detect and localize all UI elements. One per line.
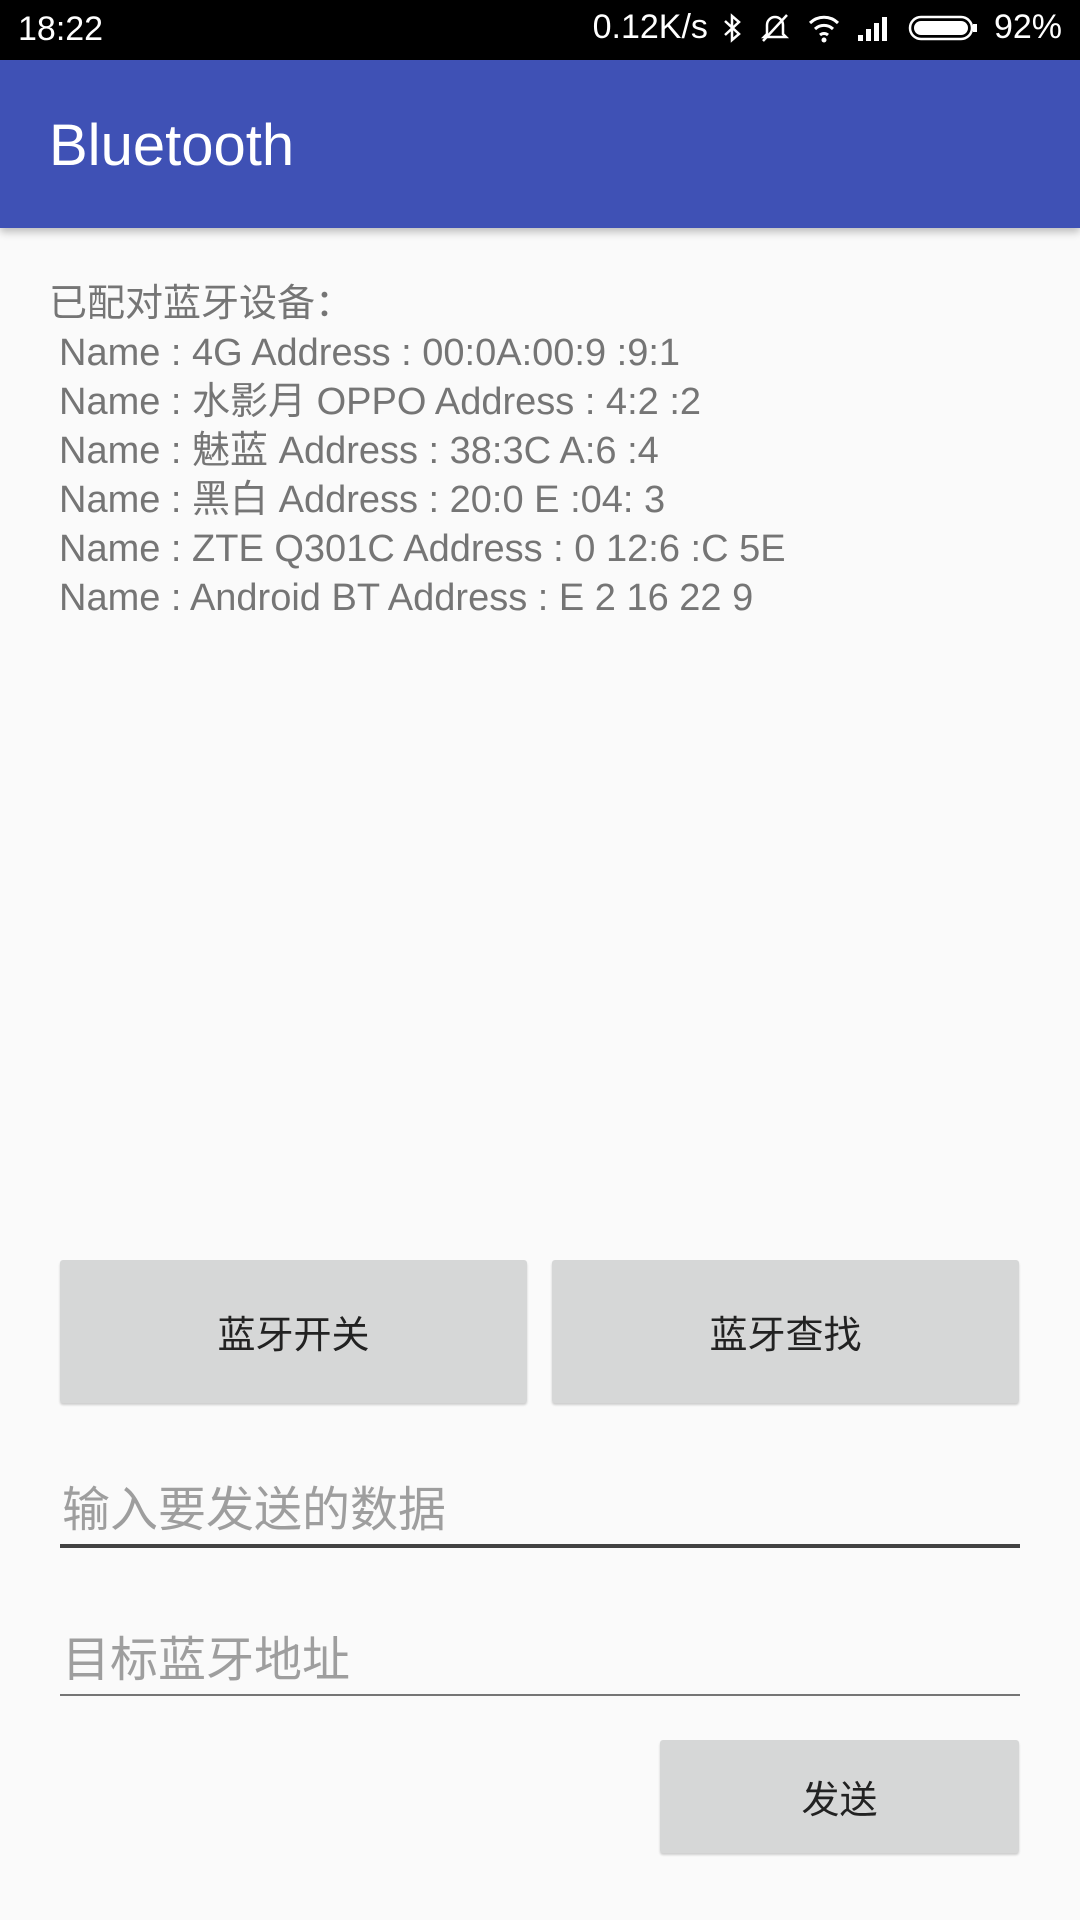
bluetooth-toggle-button[interactable]: 蓝牙开关: [60, 1260, 527, 1403]
bluetooth-icon: [722, 12, 744, 44]
paired-device-item: Name : ZTE Q301C Address : 0 12:6 :C 5E: [59, 528, 786, 570]
status-right: 0.12K/s 92%: [593, 8, 1062, 47]
bluetooth-search-button[interactable]: 蓝牙查找: [552, 1260, 1019, 1403]
target-address-placeholder: 目标蓝牙地址: [62, 1632, 351, 1688]
paired-device-item: Name : 魅蓝 Address : 38:3C A:6 :4: [59, 430, 659, 472]
wifi-icon: [806, 12, 842, 44]
battery-icon: [908, 12, 980, 44]
send-data-underline: [60, 1544, 1020, 1548]
status-time: 18:22: [18, 10, 104, 48]
target-address-underline: [60, 1694, 1020, 1696]
paired-device-item: Name : 4G Address : 00:0A:00:9 :9:1: [59, 332, 681, 374]
signal-icon: [856, 13, 894, 43]
status-bar: 18:22 0.12K/s 92%: [0, 0, 1080, 60]
send-data-input[interactable]: 输入要发送的数据: [60, 1460, 1020, 1550]
send-button[interactable]: 发送: [660, 1740, 1019, 1853]
paired-heading: 已配对蓝牙设备：: [49, 283, 354, 325]
app-bar: Bluetooth: [0, 60, 1080, 228]
mute-icon: [758, 12, 792, 44]
send-data-placeholder: 输入要发送的数据: [62, 1482, 447, 1538]
paired-device-item: Name : Android BT Address : E 2 16 22 9: [59, 577, 754, 619]
net-speed: 0.12K/s: [592, 8, 708, 46]
paired-device-item: Name : 黑白 Address : 20:0 E :04: 3: [59, 479, 666, 521]
paired-device-item: Name : 水影月 OPPO Address : 4:2 :2: [59, 381, 702, 423]
paired-devices-list: 已配对蓝牙设备： Name : 4G Address : 00:0A:00:9 …: [49, 280, 1049, 623]
target-address-input[interactable]: 目标蓝牙地址: [60, 1610, 1020, 1700]
battery-percent: 92%: [993, 8, 1062, 46]
app-title: Bluetooth: [49, 113, 295, 178]
